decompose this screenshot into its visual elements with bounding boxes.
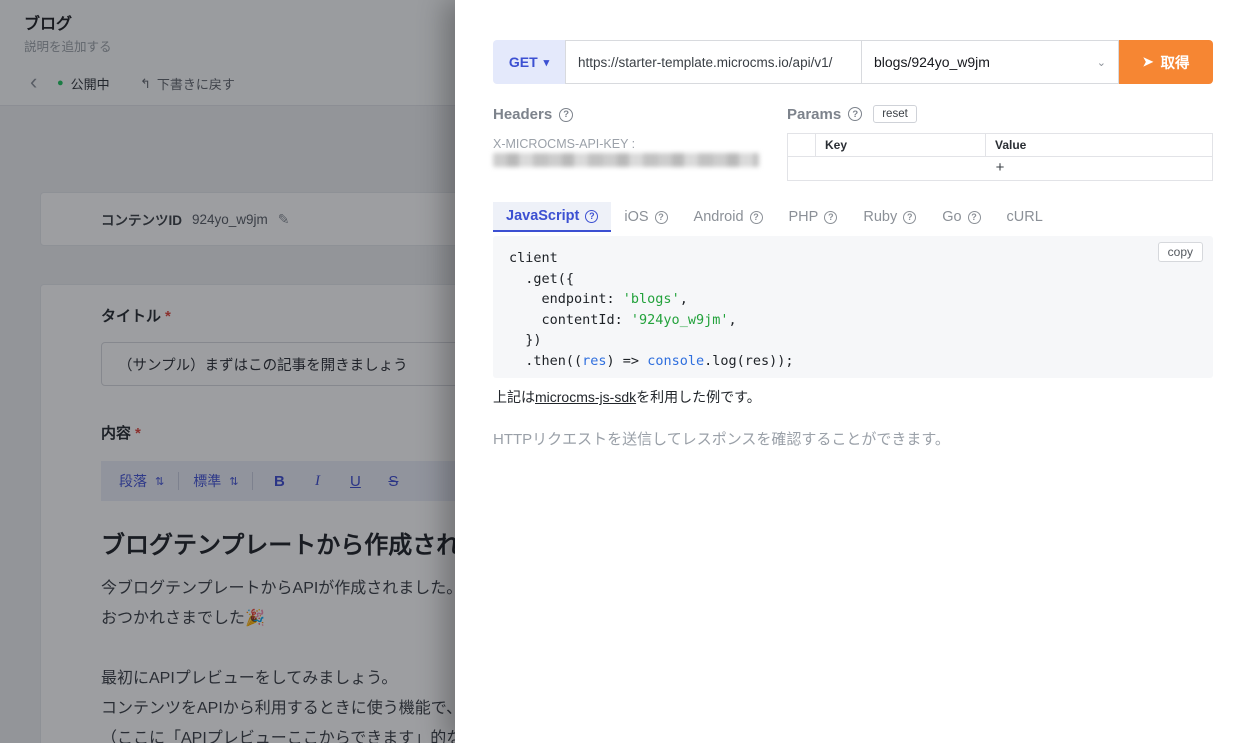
tab-ios[interactable]: iOS?: [611, 202, 680, 232]
tab-ruby[interactable]: Ruby?: [850, 202, 929, 232]
tab-curl[interactable]: cURL: [994, 202, 1056, 232]
param-key-header: Key: [816, 134, 986, 156]
code-line: contentId: '924yo_w9jm',: [509, 310, 1197, 331]
tab-php[interactable]: PHP?: [776, 202, 851, 232]
code-line: endpoint: 'blogs',: [509, 289, 1197, 310]
tab-label: Android: [694, 209, 744, 225]
tab-label: iOS: [624, 209, 648, 225]
params-table-header: Key Value: [788, 134, 1212, 157]
sdk-link[interactable]: microcms-js-sdk: [535, 389, 636, 405]
http-method-label: GET: [509, 54, 538, 70]
sdk-note-prefix: 上記は: [493, 389, 535, 405]
code-block-lines: client .get({ endpoint: 'blogs', content…: [509, 248, 1197, 371]
params-title-text: Params: [787, 106, 841, 123]
api-preview-panel: GET ▾ https://starter-template.microcms.…: [455, 0, 1254, 743]
api-key-label: X-MICROCMS-API-KEY :: [493, 137, 635, 151]
chevron-down-icon: ▾: [544, 56, 550, 69]
fetch-button[interactable]: ➤ 取得: [1119, 40, 1213, 84]
help-icon[interactable]: ?: [655, 211, 668, 224]
copy-button[interactable]: copy: [1158, 242, 1203, 262]
tab-label: JavaScript: [506, 208, 579, 224]
params-section-title: Params ? reset: [787, 105, 917, 123]
tab-label: Ruby: [863, 209, 897, 225]
params-table: Key Value +: [787, 133, 1213, 181]
param-value-header: Value: [986, 134, 1212, 156]
help-icon[interactable]: ?: [968, 211, 981, 224]
sdk-note-suffix: を利用した例です。: [636, 389, 761, 405]
code-block: client .get({ endpoint: 'blogs', content…: [493, 236, 1213, 378]
tab-label: Go: [942, 209, 961, 225]
code-line: }): [509, 330, 1197, 351]
param-handle-column: [788, 134, 816, 156]
panel-description: HTTPリクエストを送信してレスポンスを確認することができます。: [493, 428, 950, 449]
base-url-text: https://starter-template.microcms.io/api…: [578, 55, 832, 70]
help-icon[interactable]: ?: [585, 210, 598, 223]
sdk-note: 上記はmicrocms-js-sdkを利用した例です。: [493, 387, 761, 407]
tab-go[interactable]: Go?: [929, 202, 993, 232]
help-icon[interactable]: ?: [903, 211, 916, 224]
endpoint-input[interactable]: blogs/924yo_w9jm ⌄: [861, 40, 1119, 84]
help-icon[interactable]: ?: [750, 211, 763, 224]
screen: ブログ 説明を追加する ‹ ● 公開中 ↰ 下書きに戻す コンテンツID 924…: [0, 0, 1254, 743]
help-icon[interactable]: ?: [848, 107, 862, 121]
headers-section-title: Headers ?: [493, 106, 573, 123]
headers-title-text: Headers: [493, 106, 552, 123]
tab-label: PHP: [789, 209, 819, 225]
tab-javascript[interactable]: JavaScript?: [493, 202, 611, 232]
code-line: .then((res) => console.log(res));: [509, 351, 1197, 372]
help-icon[interactable]: ?: [559, 108, 573, 122]
add-param-button[interactable]: +: [788, 157, 1212, 180]
language-tabs: JavaScript?iOS?Android?PHP?Ruby?Go?cURL: [493, 202, 1213, 232]
request-bar: GET ▾ https://starter-template.microcms.…: [493, 40, 1213, 84]
tab-android[interactable]: Android?: [681, 202, 776, 232]
send-icon: ➤: [1143, 54, 1154, 70]
tab-label: cURL: [1007, 209, 1043, 225]
base-url: https://starter-template.microcms.io/api…: [565, 40, 862, 84]
http-method-select[interactable]: GET ▾: [493, 40, 565, 84]
chevron-down-icon: ⌄: [1097, 56, 1106, 69]
api-key-redacted-value: [493, 153, 759, 167]
help-icon[interactable]: ?: [824, 211, 837, 224]
code-line: client: [509, 248, 1197, 269]
endpoint-value: blogs/924yo_w9jm: [874, 54, 990, 70]
code-line: .get({: [509, 269, 1197, 290]
reset-button[interactable]: reset: [873, 105, 917, 123]
fetch-button-label: 取得: [1160, 52, 1189, 73]
